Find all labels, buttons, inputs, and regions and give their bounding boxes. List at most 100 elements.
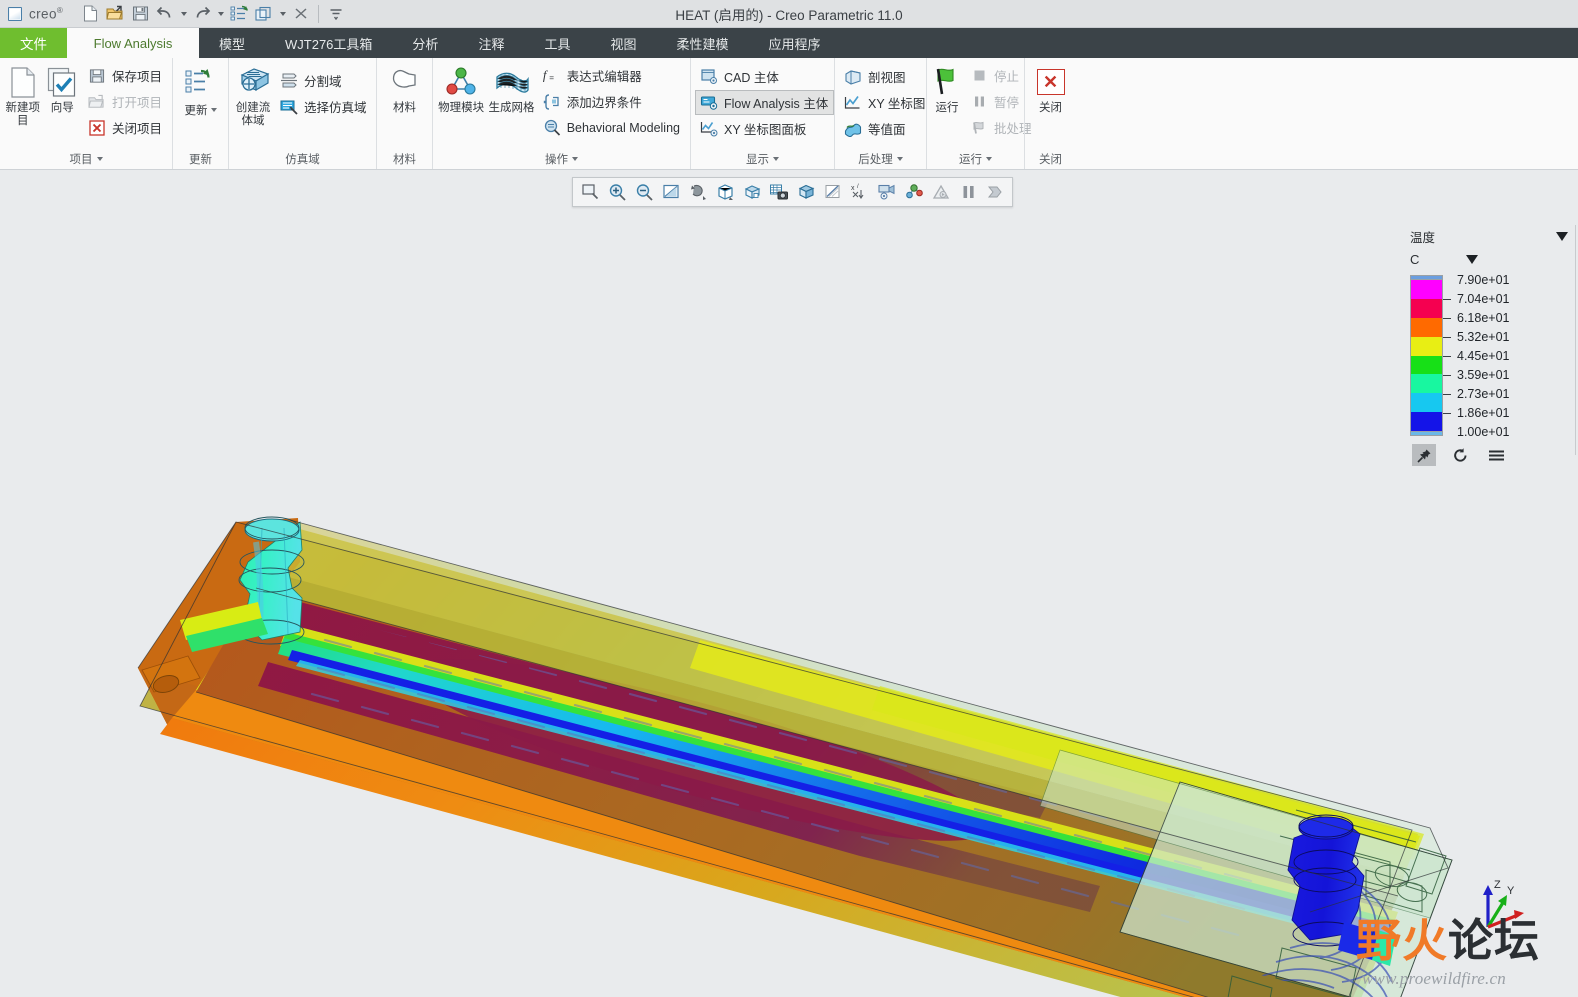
tab-applications[interactable]: 应用程序	[749, 28, 841, 58]
physics-module-button[interactable]: 物理模块	[437, 62, 485, 118]
step-playback-icon[interactable]	[982, 180, 1008, 204]
ribbon-group-operations-label[interactable]: 操作	[437, 149, 686, 169]
legend-value-4: 3.59e+01	[1457, 368, 1510, 382]
ribbon-group-project-label[interactable]: 项目	[4, 149, 168, 169]
cad-body-icon	[699, 67, 719, 86]
new-document-icon[interactable]	[78, 3, 102, 25]
new-project-button[interactable]: 新建项目	[4, 62, 41, 131]
tab-model[interactable]: 模型	[199, 28, 265, 58]
new-project-label: 新建项目	[5, 102, 40, 128]
physics-module-label: 物理模块	[438, 102, 485, 114]
flow-body-icon	[699, 93, 719, 112]
material-label: 材料	[393, 102, 416, 114]
green-flag-icon	[932, 65, 962, 99]
legend-colorbar[interactable]	[1410, 279, 1443, 432]
window-dropdown-icon[interactable]	[277, 3, 288, 25]
stop-label: 停止	[994, 70, 1020, 84]
zoom-out-icon[interactable]	[631, 180, 657, 204]
warning-icon[interactable]	[928, 180, 954, 204]
split-domain-button[interactable]: 分割域	[275, 68, 373, 93]
ribbon-group-run: 运行 停止 暂停 批处理 运行	[926, 58, 1032, 169]
xy-graph-panel-button[interactable]: XY 坐标图面板	[695, 116, 834, 141]
legend-menu-button[interactable]	[1484, 444, 1508, 466]
close-button[interactable]: ✕ 关闭	[1029, 62, 1072, 118]
ribbon-group-postprocessing-label[interactable]: 后处理	[839, 149, 922, 169]
display-small-buttons: CAD 主体 Flow Analysis 主体 XY 坐标图面板	[695, 62, 835, 141]
regenerate-icon[interactable]	[227, 3, 251, 25]
red-x-glyph: ✕	[1036, 69, 1065, 95]
close-window-icon[interactable]	[289, 3, 313, 25]
generate-mesh-button[interactable]: 生成网格	[487, 62, 535, 118]
section-view-button[interactable]: 剖视图	[839, 64, 931, 89]
legend-colorbar-area: 7.90e+01 7.04e+01 6.18e+01 5.32e+01 4.45…	[1400, 273, 1576, 439]
undo-dropdown-icon[interactable]	[178, 3, 189, 25]
screenshot-icon[interactable]	[766, 180, 792, 204]
graphics-viewport[interactable]: x / 温度 C 7.90e+01 7.04e+01 6.18e+01 5.32…	[0, 170, 1578, 997]
save-icon[interactable]	[128, 3, 152, 25]
tab-view[interactable]: 视图	[590, 28, 656, 58]
undo-icon[interactable]	[153, 3, 177, 25]
view-manager-icon[interactable]	[739, 180, 765, 204]
annotation-display-icon[interactable]: x /	[847, 180, 873, 204]
edge-display-icon[interactable]	[820, 180, 846, 204]
pin-legend-button[interactable]	[1412, 444, 1436, 466]
legend-value-1: 1.00e+01	[1457, 425, 1510, 439]
save-project-label: 保存项目	[111, 70, 162, 84]
tab-file[interactable]: 文件	[0, 28, 67, 58]
saved-orientations-icon[interactable]	[712, 180, 738, 204]
legend-title-row: 温度	[1400, 225, 1576, 247]
ribbon-group-run-label[interactable]: 运行	[931, 149, 1020, 169]
open-project-button[interactable]: 打开项目	[83, 89, 168, 114]
shading-icon[interactable]	[793, 180, 819, 204]
ribbon-group-display-label[interactable]: 显示	[695, 149, 830, 169]
tab-annotate[interactable]: 注释	[458, 28, 524, 58]
customize-qat-icon[interactable]	[324, 3, 348, 25]
isosurface-button[interactable]: 等值面	[839, 116, 931, 141]
legend-unit-dropdown-icon[interactable]	[1466, 254, 1478, 264]
tab-analysis[interactable]: 分析	[392, 28, 458, 58]
legend-band-4	[1411, 355, 1442, 375]
redo-dropdown-icon[interactable]	[215, 3, 226, 25]
open-folder-icon[interactable]	[103, 3, 127, 25]
material-button[interactable]: 材料	[381, 62, 428, 118]
pause-playback-icon[interactable]	[955, 180, 981, 204]
run-button[interactable]: 运行	[931, 62, 963, 118]
watermark-url: www.proewildfire.cn	[1362, 969, 1506, 988]
tab-wjt276[interactable]: WJT276工具箱	[265, 28, 392, 58]
chevron-down-icon	[773, 153, 779, 165]
close-label: 关闭	[1039, 102, 1062, 114]
display-style-icon[interactable]	[658, 180, 684, 204]
xy-plot-button[interactable]: XY 坐标图	[839, 90, 931, 115]
add-boundary-condition-button[interactable]: 添加边界条件	[538, 89, 686, 114]
point-display-icon[interactable]	[901, 180, 927, 204]
flow-analysis-body-button[interactable]: Flow Analysis 主体	[695, 90, 835, 115]
reset-legend-button[interactable]	[1448, 444, 1472, 466]
flow-analysis-body-label: Flow Analysis 主体	[724, 97, 829, 111]
select-sim-domain-button[interactable]: 选择仿真域	[275, 94, 373, 119]
section-view-label: 剖视图	[868, 71, 906, 85]
cad-body-button[interactable]: CAD 主体	[695, 64, 834, 89]
update-button[interactable]: 更新	[177, 62, 224, 118]
material-group-title: 材料	[393, 154, 416, 166]
quick-access-toolbar	[78, 3, 348, 25]
tab-tools[interactable]: 工具	[524, 28, 590, 58]
redo-icon[interactable]	[190, 3, 214, 25]
zoom-to-fit-icon[interactable]	[577, 180, 603, 204]
open-project-label: 打开项目	[111, 96, 162, 110]
expression-editor-button[interactable]: f = 表达式编辑器	[538, 63, 686, 88]
select-domain-icon	[279, 97, 299, 116]
window-icon[interactable]	[252, 3, 276, 25]
zoom-in-icon[interactable]	[604, 180, 630, 204]
project-group-title: 项目	[69, 154, 93, 166]
create-fluid-domain-button[interactable]: 创建流体域	[233, 62, 273, 131]
spin-center-icon[interactable]	[685, 180, 711, 204]
tab-flow-analysis[interactable]: Flow Analysis	[67, 28, 199, 58]
behavioral-modeling-button[interactable]: Behavioral Modeling	[538, 115, 686, 140]
legend-variable-dropdown-icon[interactable]	[1556, 231, 1568, 241]
datum-display-icon[interactable]	[874, 180, 900, 204]
wizard-button[interactable]: 向导	[43, 62, 80, 118]
tab-flexible-modeling[interactable]: 柔性建模	[656, 28, 748, 58]
close-project-button[interactable]: 关闭项目	[83, 115, 168, 140]
save-project-button[interactable]: 保存项目	[83, 63, 168, 88]
function-fx-icon: f =	[542, 66, 562, 85]
